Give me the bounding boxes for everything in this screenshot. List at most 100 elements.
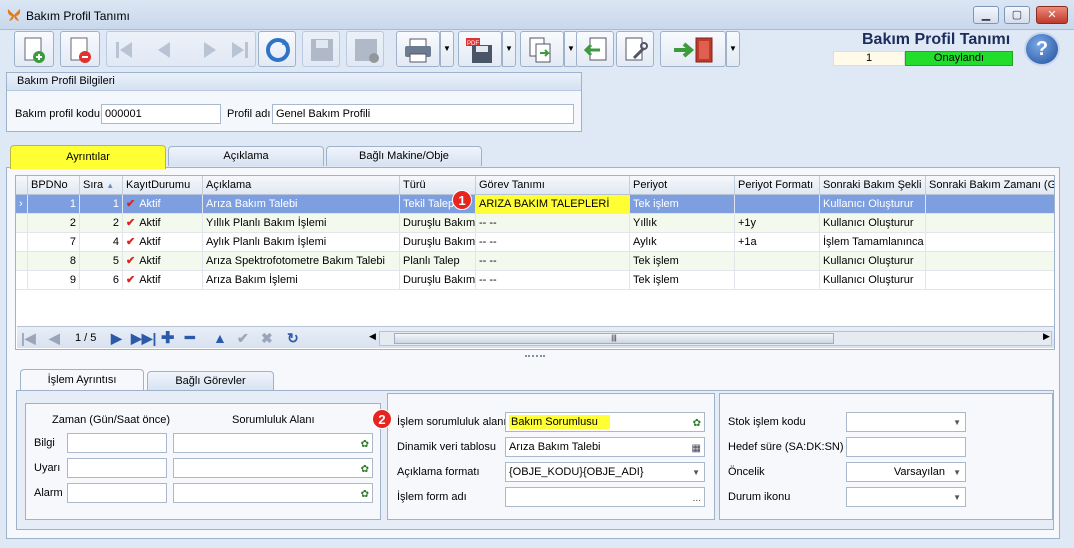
cell-turu[interactable]: Planlı Talep — [400, 252, 476, 271]
cell-sira[interactable]: 6 — [80, 271, 123, 290]
last-record-icon[interactable]: ▶▶| — [131, 330, 156, 347]
minimize-button[interactable]: ▁ — [973, 6, 999, 24]
tab-linked-tasks[interactable]: Bağlı Görevler — [147, 371, 274, 391]
cell-turu[interactable]: Duruşlu Bakım — [400, 271, 476, 290]
cell-sonraki-bakim-sekli[interactable]: Kullanıcı Oluşturur — [820, 195, 926, 214]
help-button[interactable]: ? — [1024, 32, 1060, 66]
new-button[interactable] — [14, 31, 54, 67]
previous-record-icon[interactable]: ◀ — [49, 330, 60, 347]
table-row[interactable]: 2 2 ✔ Aktif Yıllık Planlı Bakım İşlemi Duruşl… — [16, 214, 1054, 233]
edit-record-icon[interactable]: ▲ — [213, 330, 227, 346]
tab-description[interactable]: Açıklama — [168, 146, 324, 166]
chevron-down-icon[interactable]: ▼ — [953, 489, 961, 507]
cell-aciklama[interactable]: Arıza Bakım İşlemi — [203, 271, 400, 290]
splitter-grip[interactable] — [525, 355, 545, 359]
column-header-periyot[interactable]: Periyot — [630, 176, 735, 195]
alarm-area-input[interactable]: ✿ — [173, 483, 373, 503]
cell-sira[interactable]: 5 — [80, 252, 123, 271]
scroll-right-icon[interactable]: ▶ — [1043, 331, 1050, 342]
settings-button[interactable] — [616, 31, 654, 67]
cell-periyot-formati[interactable]: +1y — [735, 214, 820, 233]
chevron-down-icon[interactable]: ▼ — [953, 464, 961, 482]
cell-bpdno[interactable]: 7 — [28, 233, 80, 252]
dynamic-table-input[interactable]: Arıza Bakım Talebi ▦ — [505, 437, 705, 457]
cell-gorev-tanimi[interactable]: -- -- — [476, 214, 630, 233]
print-dropdown[interactable]: ▼ — [440, 31, 454, 67]
add-record-icon[interactable]: ✚ — [161, 328, 174, 348]
profile-name-input[interactable]: Genel Bakım Profili — [272, 104, 574, 124]
record-navigator[interactable] — [106, 31, 256, 67]
profile-code-input[interactable]: 000001 — [101, 104, 221, 124]
cell-sira[interactable]: 2 — [80, 214, 123, 233]
scroll-left-icon[interactable]: ◀ — [369, 331, 376, 342]
exit-dropdown[interactable]: ▼ — [726, 31, 740, 67]
cell-periyot-formati[interactable]: +1a — [735, 233, 820, 252]
remove-record-icon[interactable]: ━ — [185, 328, 195, 348]
first-record-icon[interactable]: |◀ — [21, 330, 36, 347]
cell-kayit-durumu[interactable]: ✔ Aktif — [123, 233, 203, 252]
tab-linked-machines[interactable]: Bağlı Makine/Obje — [326, 146, 482, 166]
cell-gorev-tanimi[interactable]: ARIZA BAKIM TALEPLERİ — [476, 195, 630, 214]
horizontal-scrollbar[interactable]: ||| — [379, 331, 1052, 346]
cell-sira[interactable]: 1 — [80, 195, 123, 214]
cell-sonraki-bakim-sekli[interactable]: Kullanıcı Oluşturur — [820, 252, 926, 271]
column-header-kayit-durumu[interactable]: KayıtDurumu — [123, 176, 203, 195]
column-header-aciklama[interactable]: Açıklama — [203, 176, 400, 195]
cancel-save-button[interactable] — [346, 31, 384, 67]
alarm-time-input[interactable] — [67, 483, 167, 503]
cell-bpdno[interactable]: 8 — [28, 252, 80, 271]
group-users-icon[interactable]: ✿ — [361, 436, 369, 454]
row-indicator-icon[interactable] — [16, 214, 28, 233]
info-time-input[interactable] — [67, 433, 167, 453]
refresh-grid-icon[interactable]: ↻ — [287, 330, 299, 347]
confirm-edit-icon[interactable]: ✔ — [237, 330, 249, 347]
row-indicator-icon[interactable] — [16, 252, 28, 271]
cell-periyot[interactable]: Aylık — [630, 233, 735, 252]
table-row[interactable]: › 1 1 ✔ Aktif Arıza Bakım Talebi Tekil Talep AR… — [16, 195, 1054, 214]
group-users-icon[interactable]: ✿ — [361, 486, 369, 504]
cell-gorev-tanimi[interactable]: -- -- — [476, 233, 630, 252]
column-header-sonraki-bakim-sekli[interactable]: Sonraki Bakım Şekli — [820, 176, 926, 195]
save-button[interactable] — [302, 31, 340, 67]
cell-sonraki-bakim-zamani[interactable] — [926, 195, 1054, 214]
cell-sonraki-bakim-zamani[interactable] — [926, 271, 1054, 290]
column-header-sonraki-bakim-zamani[interactable]: Sonraki Bakım Zamanı (Gün — [926, 176, 1054, 195]
print-button[interactable] — [396, 31, 440, 67]
close-button[interactable]: ✕ — [1036, 6, 1068, 24]
ellipsis-icon[interactable]: ... — [693, 490, 701, 508]
form-name-input[interactable]: ... — [505, 487, 705, 507]
cell-aciklama[interactable]: Arıza Spektrofotometre Bakım Talebi — [203, 252, 400, 271]
column-header-gorev-tanimi[interactable]: Görev Tanımı — [476, 176, 630, 195]
responsibility-input[interactable]: Bakım Sorumlusu ✿ — [505, 412, 705, 432]
refresh-button[interactable] — [258, 31, 296, 67]
delete-button[interactable] — [60, 31, 100, 67]
cell-turu[interactable]: Duruşlu Bakım — [400, 233, 476, 252]
cell-periyot[interactable]: Tek işlem — [630, 195, 735, 214]
exit-button[interactable] — [660, 31, 726, 67]
info-area-input[interactable]: ✿ — [173, 433, 373, 453]
export-dropdown[interactable]: ▼ — [502, 31, 516, 67]
cell-sonraki-bakim-sekli[interactable]: Kullanıcı Oluşturur — [820, 214, 926, 233]
cell-periyot[interactable]: Tek işlem — [630, 271, 735, 290]
cell-bpdno[interactable]: 9 — [28, 271, 80, 290]
cell-periyot[interactable]: Tek işlem — [630, 252, 735, 271]
column-header-periyot-formati[interactable]: Periyot Formatı — [735, 176, 820, 195]
cell-periyot-formati[interactable] — [735, 271, 820, 290]
description-format-select[interactable]: {OBJE_KODU}{OBJE_ADI} ▼ — [505, 462, 705, 482]
table-row[interactable]: 7 4 ✔ Aktif Aylık Planlı Bakım İşlemi Duruşlu… — [16, 233, 1054, 252]
scrollbar-thumb[interactable]: ||| — [394, 333, 834, 344]
cell-aciklama[interactable]: Arıza Bakım Talebi — [203, 195, 400, 214]
warning-area-input[interactable]: ✿ — [173, 458, 373, 478]
next-record-icon[interactable]: ▶ — [111, 330, 122, 347]
cell-sonraki-bakim-zamani[interactable] — [926, 214, 1054, 233]
row-indicator-icon[interactable]: › — [16, 195, 28, 214]
maximize-button[interactable]: ▢ — [1004, 6, 1030, 24]
stock-code-select[interactable]: ▼ — [846, 412, 966, 432]
cell-gorev-tanimi[interactable]: -- -- — [476, 252, 630, 271]
table-row[interactable]: 9 6 ✔ Aktif Arıza Bakım İşlemi Duruşlu Bakım -… — [16, 271, 1054, 290]
cell-periyot-formati[interactable] — [735, 195, 820, 214]
cell-sonraki-bakim-sekli[interactable]: İşlem Tamamlanınca — [820, 233, 926, 252]
cell-aciklama[interactable]: Aylık Planlı Bakım İşlemi — [203, 233, 400, 252]
cell-kayit-durumu[interactable]: ✔ Aktif — [123, 271, 203, 290]
warning-time-input[interactable] — [67, 458, 167, 478]
